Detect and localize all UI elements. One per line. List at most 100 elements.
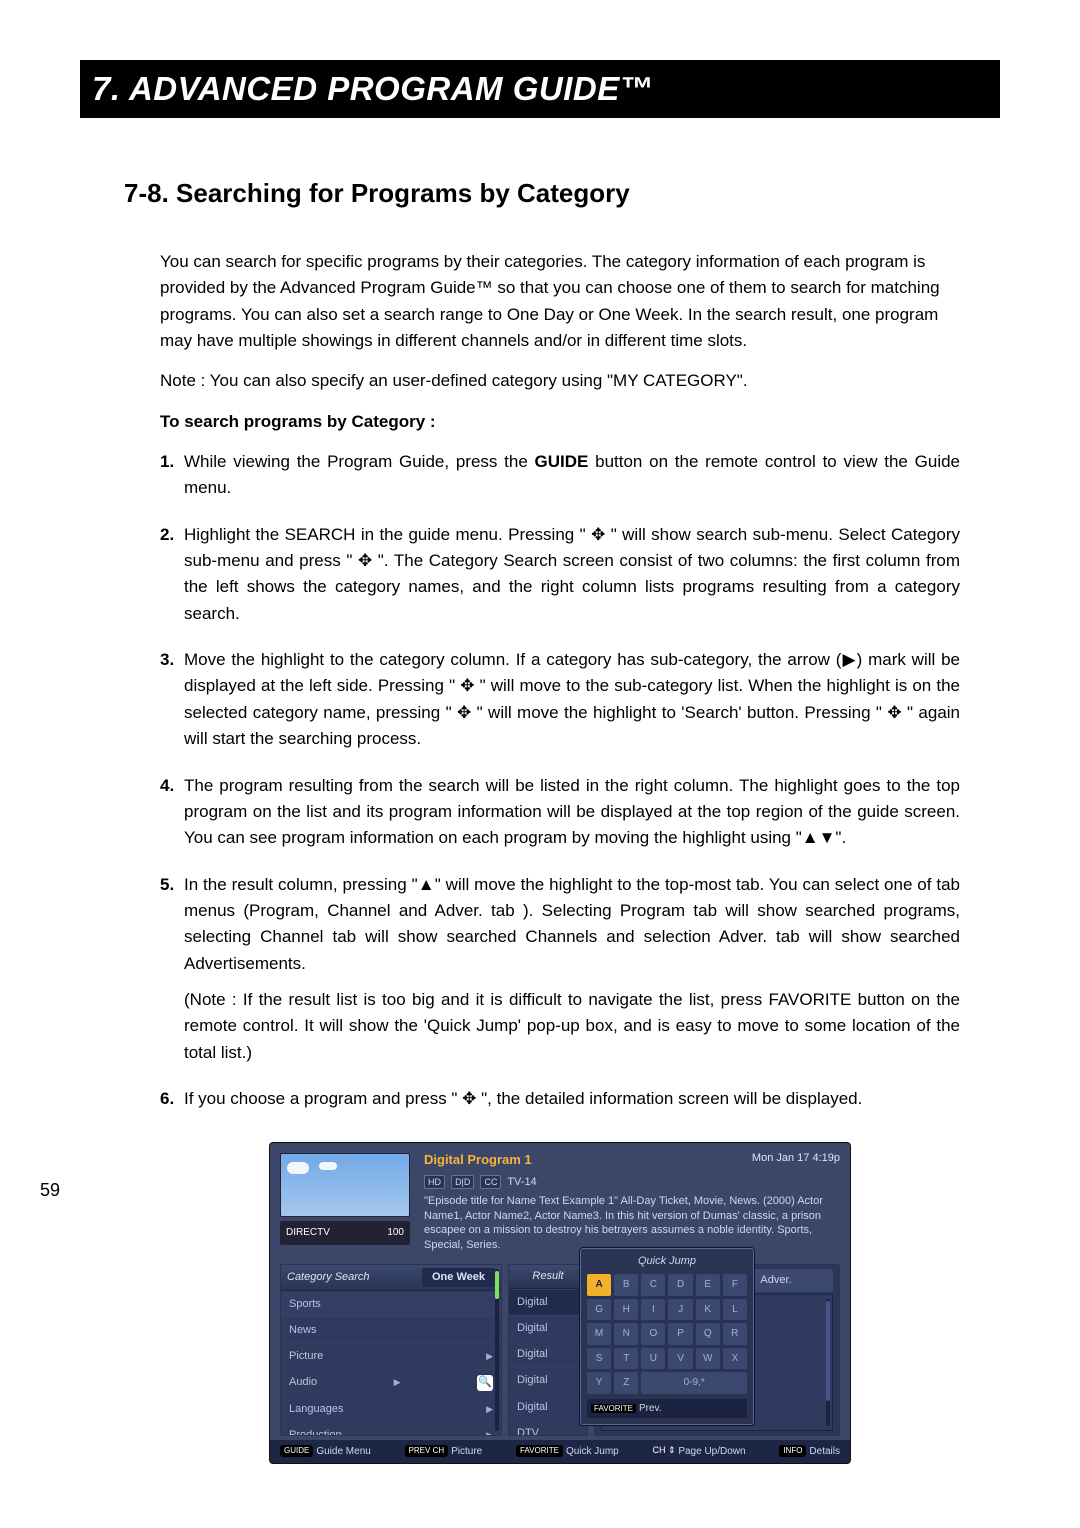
result-item[interactable]: Digital: [509, 1394, 587, 1420]
quick-jump-key[interactable]: E: [696, 1274, 720, 1296]
quick-jump-key[interactable]: M: [587, 1323, 611, 1345]
preview-video: [280, 1153, 410, 1217]
quick-jump-key[interactable]: C: [641, 1274, 665, 1296]
step-5-text: In the result column, pressing "▲" will …: [184, 875, 960, 973]
chevron-right-icon: [394, 1374, 401, 1391]
sub-heading: To search programs by Category :: [160, 409, 960, 435]
section-title: 7-8. Searching for Programs by Category: [124, 178, 1000, 209]
quick-jump-prev[interactable]: FAVORITEPrev.: [587, 1399, 747, 1419]
quick-jump-key[interactable]: F: [723, 1274, 747, 1296]
ch-updown-icon: CH ⇕: [652, 1444, 675, 1458]
quick-jump-key[interactable]: Q: [696, 1323, 720, 1345]
quick-jump-key[interactable]: A: [587, 1274, 611, 1296]
category-item[interactable]: Audio 🔍: [281, 1369, 501, 1395]
result-item[interactable]: Digital: [509, 1289, 587, 1315]
category-item[interactable]: Sports: [281, 1291, 501, 1317]
search-icon[interactable]: 🔍: [477, 1375, 493, 1391]
category-panel-title: Category Search: [287, 1269, 370, 1286]
help-bar: GUIDEGuide Menu PREV CHPicture FAVORITEQ…: [270, 1440, 850, 1464]
help-quickjump-label: Quick Jump: [566, 1446, 619, 1457]
scrollbar-thumb[interactable]: [826, 1301, 830, 1401]
quick-jump-key[interactable]: L: [723, 1299, 747, 1321]
category-label: Sports: [289, 1296, 321, 1313]
step-3: Move the highlight to the category colum…: [160, 647, 960, 752]
badge-dolby: D|D: [451, 1175, 474, 1189]
step-5: In the result column, pressing "▲" will …: [160, 872, 960, 1066]
help-guide-label: Guide Menu: [316, 1446, 370, 1457]
result-item[interactable]: Digital: [509, 1367, 587, 1393]
preview-pane: DIRECTV 100: [270, 1143, 420, 1258]
preview-channel-banner: DIRECTV 100: [280, 1221, 410, 1245]
guide-button-name: GUIDE: [535, 452, 589, 471]
provider-name: DIRECTV: [286, 1225, 330, 1241]
result-panel-title: Result: [532, 1268, 563, 1285]
quick-jump-popup: Quick Jump A B C D E F G H I J K L: [580, 1248, 754, 1425]
info-key-icon: INFO: [779, 1445, 806, 1457]
quick-jump-key[interactable]: R: [723, 1323, 747, 1345]
category-scrollbar[interactable]: [495, 1269, 499, 1431]
chevron-right-icon: [486, 1401, 493, 1418]
help-details-label: Details: [809, 1446, 840, 1457]
quick-jump-key[interactable]: P: [668, 1323, 692, 1345]
quick-jump-key[interactable]: S: [587, 1348, 611, 1370]
step-4: The program resulting from the search wi…: [160, 773, 960, 852]
quick-jump-key[interactable]: J: [668, 1299, 692, 1321]
badge-cc: CC: [480, 1175, 501, 1189]
quick-jump-key[interactable]: N: [614, 1323, 638, 1345]
tv-rating: TV-14: [507, 1176, 536, 1188]
result-panel: Result Digital Digital Digital Digital D…: [508, 1264, 588, 1436]
result-scrollbar[interactable]: [826, 1299, 830, 1426]
quick-jump-key[interactable]: K: [696, 1299, 720, 1321]
quick-jump-key[interactable]: Z: [614, 1372, 638, 1394]
help-picture-label: Picture: [451, 1446, 482, 1457]
intro-paragraph: You can search for specific programs by …: [160, 249, 960, 354]
category-label: News: [289, 1322, 317, 1339]
guide-key-icon: GUIDE: [280, 1445, 313, 1457]
quick-jump-key[interactable]: U: [641, 1348, 665, 1370]
category-item[interactable]: News: [281, 1317, 501, 1343]
quick-jump-key[interactable]: B: [614, 1274, 638, 1296]
program-description: "Episode title for Name Text Example 1" …: [424, 1194, 840, 1253]
category-label: Languages: [289, 1401, 343, 1418]
quick-jump-prev-label: Prev.: [639, 1403, 662, 1414]
quick-jump-key[interactable]: D: [668, 1274, 692, 1296]
step-5-note: (Note : If the result list is too big an…: [184, 987, 960, 1066]
help-page-label: Page Up/Down: [678, 1446, 745, 1457]
result-item[interactable]: Digital: [509, 1341, 587, 1367]
quick-jump-key[interactable]: X: [723, 1348, 747, 1370]
category-item[interactable]: Picture: [281, 1343, 501, 1369]
result-item[interactable]: DTV: [509, 1420, 587, 1437]
quick-jump-grid: A B C D E F G H I J K L M N O: [587, 1274, 747, 1394]
quick-jump-key[interactable]: V: [668, 1348, 692, 1370]
quick-jump-numeric-key[interactable]: 0-9,*: [641, 1372, 747, 1394]
favorite-key-icon: FAVORITE: [591, 1404, 636, 1413]
quick-jump-key[interactable]: Y: [587, 1372, 611, 1394]
category-label: Audio: [289, 1374, 317, 1391]
chevron-right-icon: [486, 1348, 493, 1365]
quick-jump-key[interactable]: O: [641, 1323, 665, 1345]
search-range[interactable]: One Week: [422, 1268, 495, 1287]
step-1-a: While viewing the Program Guide, press t…: [184, 452, 535, 471]
quick-jump-key[interactable]: W: [696, 1348, 720, 1370]
favorite-key-icon: FAVORITE: [516, 1445, 563, 1457]
channel-number: 100: [387, 1225, 404, 1241]
quick-jump-key[interactable]: G: [587, 1299, 611, 1321]
result-item[interactable]: Digital: [509, 1315, 587, 1341]
category-panel: Category Search One Week Sports News Pic…: [280, 1264, 502, 1436]
category-item[interactable]: Production: [281, 1422, 501, 1437]
guide-datetime: Mon Jan 17 4:19p: [752, 1151, 840, 1166]
chevron-right-icon: [486, 1427, 493, 1437]
quick-jump-key[interactable]: H: [614, 1299, 638, 1321]
guide-screenshot: DIRECTV 100 Mon Jan 17 4:19p Digital Pro…: [269, 1142, 851, 1464]
quick-jump-key[interactable]: T: [614, 1348, 638, 1370]
steps-list: While viewing the Program Guide, press t…: [160, 449, 960, 1112]
scrollbar-thumb[interactable]: [495, 1271, 499, 1299]
quick-jump-key[interactable]: I: [641, 1299, 665, 1321]
chapter-title-bar: 7. ADVANCED PROGRAM GUIDE™: [80, 60, 1000, 118]
badge-hd: HD: [424, 1175, 445, 1189]
category-label: Picture: [289, 1348, 323, 1365]
step-1: While viewing the Program Guide, press t…: [160, 449, 960, 502]
prevch-key-icon: PREV CH: [405, 1445, 449, 1457]
page-number: 59: [40, 1180, 60, 1201]
category-item[interactable]: Languages: [281, 1396, 501, 1422]
